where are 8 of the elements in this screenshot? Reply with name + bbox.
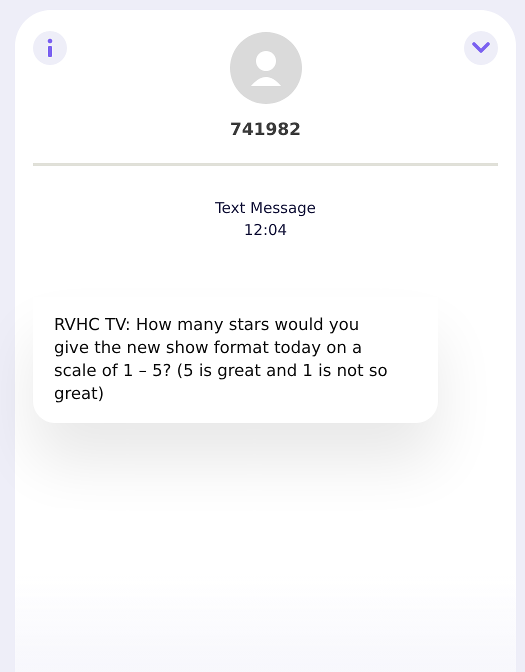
message-bubble: RVHC TV: How many stars would you give the new show format today on a scale of 1 – 5? (5 is great and 1 is not so great) — [33, 297, 438, 423]
contact-name: 741982 — [229, 120, 302, 140]
info-button[interactable] — [33, 31, 67, 65]
expand-button[interactable] — [464, 31, 498, 65]
chevron-down-icon — [472, 42, 490, 54]
conversation-label: Text Message — [214, 198, 317, 219]
message-time: 12:04 — [242, 220, 288, 241]
info-icon — [45, 38, 55, 58]
